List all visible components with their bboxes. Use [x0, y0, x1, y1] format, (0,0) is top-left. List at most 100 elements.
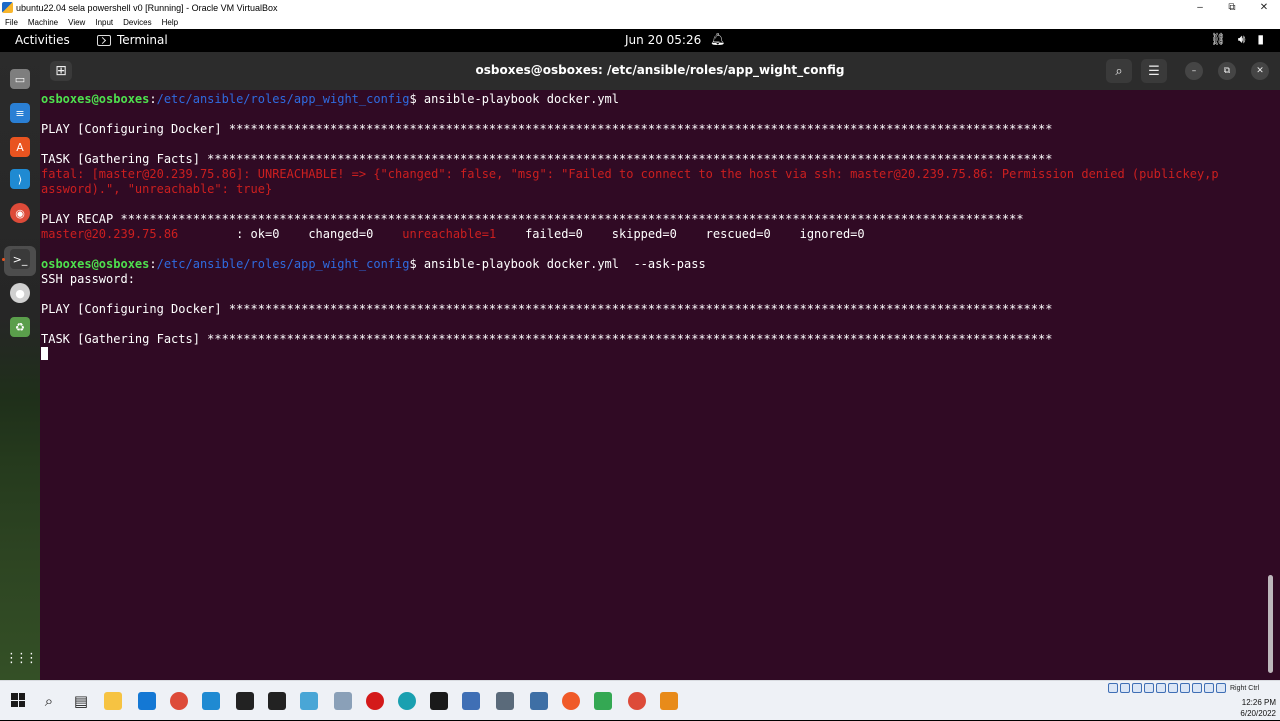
terminal-text: : ok=0 changed=0 — [178, 227, 403, 241]
minimize-button[interactable]: – — [1184, 0, 1216, 15]
terminal-line: SSH password: — [41, 272, 1269, 287]
terminal-maximize-button[interactable]: ⧉ — [1218, 62, 1236, 80]
vm-status-icon — [1204, 683, 1214, 693]
vm-status-icon — [1180, 683, 1190, 693]
files-icon[interactable]: ▭ — [10, 69, 30, 89]
terminal-text: PLAY [Configuring Docker] **************… — [41, 302, 1053, 316]
file-explorer-icon[interactable] — [104, 692, 122, 710]
system-tray[interactable]: ⛓︎ 🔊︎ ▮ — [1211, 32, 1264, 47]
vbox-window-title: ubuntu22.04 sela powershell v0 [Running]… — [16, 2, 278, 13]
network-app-icon[interactable] — [530, 692, 548, 710]
taskbar-time: 12:26 PM — [1241, 698, 1276, 707]
taskbar-tray: Right Ctrl 12:26 PM 6/20/2022 — [1108, 681, 1280, 721]
vbox-titlebar: ubuntu22.04 sela powershell v0 [Running]… — [0, 0, 1280, 15]
activities-button[interactable]: Activities — [15, 33, 70, 47]
terminal-text: $ ansible-playbook docker.yml --ask-pass — [409, 257, 706, 271]
menu-input[interactable]: Input — [95, 18, 113, 27]
vm-status-icon — [1120, 683, 1130, 693]
restore-button[interactable]: ⧉ — [1216, 0, 1248, 15]
chrome-2-icon[interactable] — [628, 692, 646, 710]
opera-icon[interactable] — [366, 692, 384, 710]
sticky-notes-icon[interactable] — [268, 692, 286, 710]
terminal-line: PLAY [Configuring Docker] **************… — [41, 302, 1269, 317]
unknown-app-icon[interactable] — [236, 692, 254, 710]
terminal-text: : — [149, 92, 157, 106]
terminal-title: osboxes@osboxes: /etc/ansible/roles/app_… — [475, 63, 845, 77]
terminal-line: osboxes@osboxes:/etc/ansible/roles/app_w… — [41, 92, 1269, 107]
terminal-headerbar: ⊞ osboxes@osboxes: /etc/ansible/roles/ap… — [40, 52, 1280, 90]
edge-icon[interactable] — [398, 692, 416, 710]
menu-devices[interactable]: Devices — [123, 18, 151, 27]
brave-icon[interactable] — [562, 692, 580, 710]
terminal-line: fatal: [master@20.239.75.86]: UNREACHABL… — [41, 167, 1269, 182]
vm-status-icon — [1156, 683, 1166, 693]
vm-status-icon — [1132, 683, 1142, 693]
bell-icon: 🔔︎ — [710, 32, 726, 46]
terminal-text: failed=0 skipped=0 rescued=0 ignored=0 — [496, 227, 865, 241]
search-icon[interactable]: ⌕ — [40, 692, 58, 710]
terminal-text: osboxes@osboxes — [41, 257, 150, 271]
vscode-icon[interactable] — [202, 692, 220, 710]
menu-help[interactable]: Help — [162, 18, 178, 27]
battery-icon: ▮ — [1257, 32, 1264, 46]
terminal-close-button[interactable]: ✕ — [1251, 62, 1269, 80]
dvd-icon[interactable]: ● — [10, 283, 30, 303]
terminal-line: TASK [Gathering Facts] *****************… — [41, 332, 1269, 347]
menu-machine[interactable]: Machine — [28, 18, 58, 27]
sublime-icon[interactable] — [660, 692, 678, 710]
menu-button[interactable]: ☰ — [1141, 59, 1167, 83]
taskbar-clock[interactable]: 12:26 PM 6/20/2022 — [1240, 697, 1276, 719]
terminal-text: TASK [Gathering Facts] *****************… — [41, 152, 1053, 166]
app-menu[interactable]: Terminal — [97, 33, 168, 47]
clock[interactable]: Jun 20 05:26 — [625, 33, 701, 47]
vm-status-icon — [1168, 683, 1178, 693]
libreoffice-writer-icon[interactable]: ≡ — [10, 103, 30, 123]
terminal-text: : — [149, 257, 157, 271]
show-apps-icon[interactable]: ⋮⋮⋮ — [5, 648, 38, 668]
terminal-line: TASK [Gathering Facts] *****************… — [41, 152, 1269, 167]
minimize-icon: – — [1191, 66, 1197, 76]
search-button[interactable]: ⌕ — [1106, 59, 1132, 83]
vm-status-icon — [1108, 683, 1118, 693]
calculator-icon[interactable] — [496, 692, 514, 710]
terminal-line: assword).", "unreachable": true} — [41, 182, 1269, 197]
chrome-icon[interactable]: ◉ — [10, 203, 30, 223]
terminal-text: unreachable=1 — [402, 227, 497, 241]
windows-start-button[interactable] — [11, 693, 25, 707]
virtualbox-icon[interactable] — [462, 692, 480, 710]
terminal-line: PLAY [Configuring Docker] **************… — [41, 122, 1269, 137]
trash-icon[interactable]: ♻ — [10, 317, 30, 337]
terminal-text: fatal: [master@20.239.75.86]: UNREACHABL… — [41, 167, 1219, 181]
close-button[interactable]: ✕ — [1248, 0, 1280, 15]
terminal-body[interactable]: osboxes@osboxes:/etc/ansible/roles/app_w… — [40, 90, 1280, 680]
vscode-icon[interactable]: ⟩ — [10, 169, 30, 189]
task-view-icon[interactable]: ▤ — [72, 692, 90, 710]
terminal-line: PLAY RECAP *****************************… — [41, 212, 1269, 227]
terminal-text: /etc/ansible/roles/app_wight_config — [156, 92, 410, 106]
google-drive-icon[interactable] — [594, 692, 612, 710]
vm-status-icon — [1144, 683, 1154, 693]
terminal-text: master@20.239.75.86 — [41, 227, 179, 241]
terminal-line — [41, 347, 1269, 362]
terminal-icon[interactable]: >_ — [10, 249, 30, 269]
vbox-status-icons: Right Ctrl — [1108, 683, 1259, 693]
terminal-scrollbar[interactable] — [1268, 575, 1273, 673]
cmd-icon[interactable] — [430, 692, 448, 710]
taskbar-date: 6/20/2022 — [1240, 709, 1276, 718]
menu-view[interactable]: View — [68, 18, 85, 27]
maximize-icon: ⧉ — [1223, 66, 1231, 76]
paint-icon[interactable] — [334, 692, 352, 710]
terminal-minimize-button[interactable]: – — [1185, 62, 1203, 80]
chrome-icon[interactable] — [170, 692, 188, 710]
app-menu-label: Terminal — [117, 33, 168, 47]
vbox-menubar: File Machine View Input Devices Help — [0, 15, 1280, 29]
ubuntu-software-icon[interactable]: A — [10, 137, 30, 157]
vm-status-icon — [1216, 683, 1226, 693]
photos-icon[interactable] — [300, 692, 318, 710]
mail-icon[interactable] — [138, 692, 156, 710]
menu-file[interactable]: File — [5, 18, 18, 27]
close-icon: ✕ — [1256, 66, 1264, 76]
windows-taskbar: ⌕ ▤ Right Ctrl 12:26 PM 6/20/2022 — [0, 680, 1280, 720]
